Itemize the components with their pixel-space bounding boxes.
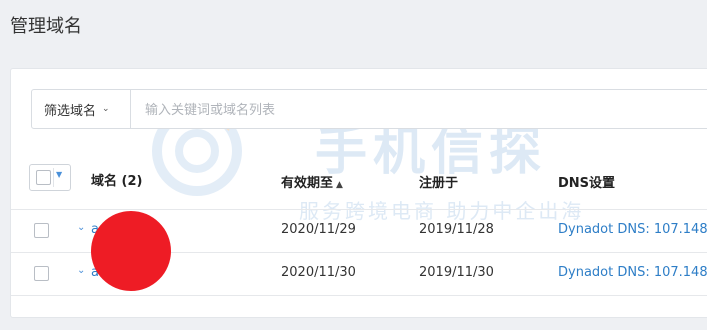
chevron-down-icon[interactable]: ▼ — [56, 170, 62, 179]
expand-chevron-icon[interactable]: ⌄ — [77, 222, 85, 233]
sort-ascending-icon: ▲ — [336, 180, 343, 190]
registered-cell: 2019/11/30 — [419, 265, 494, 280]
row-checkbox[interactable] — [34, 223, 49, 238]
row-checkbox[interactable] — [34, 266, 49, 281]
dns-settings-link[interactable]: Dynadot DNS: 107.148. — [558, 265, 707, 280]
registered-cell: 2019/11/28 — [419, 222, 494, 237]
redaction-mark — [91, 211, 171, 291]
column-header-registered[interactable]: 注册于 — [419, 172, 458, 191]
expires-cell: 2020/11/30 — [281, 265, 356, 280]
select-all-checkbox[interactable] — [36, 170, 51, 185]
column-header-expires-label: 有效期至 — [281, 176, 334, 191]
divider — [53, 168, 54, 187]
column-header-domain[interactable]: 域名 (2) — [91, 170, 142, 189]
page-title: 管理域名 — [10, 16, 82, 37]
table-header-row: ▼ 域名 (2) 有效期至 ▲ 注册于 DNS设置 — [11, 148, 707, 210]
filter-type-dropdown[interactable]: 筛选域名 ⌄ — [32, 90, 131, 128]
column-header-dns[interactable]: DNS设置 — [558, 172, 615, 191]
column-header-expires[interactable]: 有效期至 ▲ — [281, 172, 343, 191]
filter-bar: 筛选域名 ⌄ — [31, 89, 707, 130]
chevron-down-icon: ⌄ — [102, 104, 110, 114]
filter-search-input[interactable] — [132, 90, 707, 130]
expand-chevron-icon[interactable]: ⌄ — [77, 265, 85, 276]
filter-type-label: 筛选域名 — [44, 103, 97, 119]
expires-cell: 2020/11/29 — [281, 222, 356, 237]
select-all-checkbox-dropdown[interactable]: ▼ — [29, 164, 71, 191]
dns-settings-link[interactable]: Dynadot DNS: 107.148. — [558, 222, 707, 237]
